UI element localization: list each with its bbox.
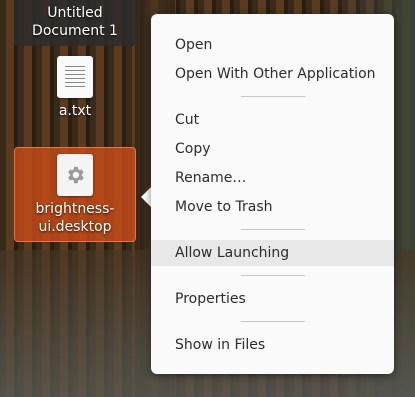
desktop-icon-label: Untitled Document 1 xyxy=(32,5,118,39)
menu-item-cut[interactable]: Cut xyxy=(151,107,394,133)
context-menu-pointer xyxy=(141,187,151,207)
desktop-icon-label: brightness- ui.desktop xyxy=(35,201,115,235)
menu-item-copy[interactable]: Copy xyxy=(151,136,394,162)
menu-item-show-in-files[interactable]: Show in Files xyxy=(151,332,394,358)
menu-item-open-with[interactable]: Open With Other Application xyxy=(151,61,394,87)
desktop-icon-label: a.txt xyxy=(58,103,92,119)
menu-separator xyxy=(241,275,305,276)
menu-item-allow-launching[interactable]: Allow Launching xyxy=(151,240,394,266)
menu-separator xyxy=(241,96,305,97)
desktop: Untitled Document 1 a.txt brightness- ui… xyxy=(0,0,415,397)
menu-item-rename[interactable]: Rename… xyxy=(151,165,394,191)
menu-item-properties[interactable]: Properties xyxy=(151,286,394,312)
menu-item-open[interactable]: Open xyxy=(151,32,394,58)
text-file-icon xyxy=(57,56,93,98)
desktop-icon-untitled-document[interactable]: Untitled Document 1 xyxy=(14,0,136,46)
gear-icon xyxy=(57,154,93,196)
desktop-icon-a-txt[interactable]: a.txt xyxy=(14,52,136,122)
menu-separator xyxy=(241,321,305,322)
menu-item-move-to-trash[interactable]: Move to Trash xyxy=(151,194,394,220)
menu-separator xyxy=(241,229,305,230)
desktop-icon-brightness-ui[interactable]: brightness- ui.desktop xyxy=(14,147,136,242)
context-menu: Open Open With Other Application Cut Cop… xyxy=(151,14,394,374)
